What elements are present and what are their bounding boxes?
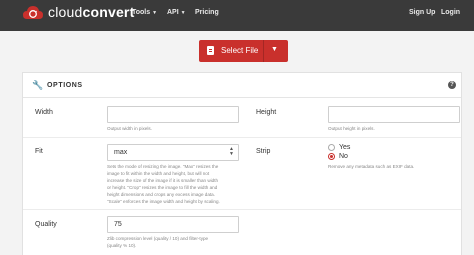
file-icon	[207, 46, 214, 55]
strip-yes-label[interactable]: Yes	[339, 144, 350, 151]
cloudconvert-logo-icon[interactable]	[22, 3, 44, 23]
fit-value: max	[114, 149, 128, 156]
quality-help-line: Zlib compression level (quality / 10) an…	[107, 236, 209, 241]
nav-login[interactable]: Login	[441, 9, 460, 16]
fit-help-line: "Scale" enforces the image width and hei…	[107, 199, 220, 204]
options-header: 🔧 OPTIONS ?	[23, 73, 461, 98]
fit-help-line: or height. "Crop" resizes the image to f…	[107, 185, 218, 190]
button-divider	[263, 40, 264, 62]
fit-help-line: Sets the mode of resizing the image. "Ma…	[107, 164, 219, 169]
fit-help: Sets the mode of resizing the image. "Ma…	[107, 163, 243, 205]
nav-tools[interactable]: Tools ▼	[132, 9, 157, 16]
select-file-button[interactable]: Select File ▼	[199, 40, 288, 62]
nav-pricing[interactable]: Pricing	[195, 9, 219, 16]
height-label: Height	[256, 109, 277, 116]
quality-label: Quality	[35, 221, 57, 228]
fit-help-line: image to fit within the width and height…	[107, 171, 210, 176]
height-help: Output height in pixels.	[328, 126, 375, 131]
fit-select[interactable]: max ▲ ▼	[107, 144, 239, 161]
chevron-down-icon: ▼	[180, 10, 186, 16]
quality-value: 75	[114, 221, 122, 228]
options-title: OPTIONS	[47, 82, 83, 89]
select-file-label: Select File	[221, 46, 259, 55]
quality-input[interactable]: 75	[107, 216, 239, 233]
row-divider	[23, 209, 461, 210]
chevron-down-icon: ▼	[152, 10, 158, 16]
help-icon[interactable]: ?	[448, 81, 456, 89]
nav-tools-label: Tools	[132, 9, 151, 16]
fit-help-line: height dimensions and crops any excess i…	[107, 192, 216, 197]
width-label: Width	[35, 109, 53, 116]
brand-suffix: convert	[82, 4, 135, 20]
nav-api[interactable]: API ▼	[167, 9, 186, 16]
strip-no-label[interactable]: No	[339, 153, 348, 160]
nav-signup-label: Sign Up	[409, 9, 436, 16]
strip-yes-radio[interactable]	[328, 144, 335, 151]
options-panel: 🔧 OPTIONS ? Width Output width in pixels…	[22, 72, 462, 255]
strip-no-radio[interactable]	[328, 153, 335, 160]
strip-label: Strip	[256, 148, 271, 155]
nav-signup[interactable]: Sign Up	[409, 9, 435, 16]
chevron-down-icon[interactable]: ▼	[271, 46, 278, 53]
nav-api-label: API	[167, 9, 179, 16]
top-navbar: cloudconvert Tools ▼ API ▼ Pricing Sign Up…	[0, 0, 474, 31]
height-input[interactable]	[328, 106, 460, 123]
quality-help-line: (quality % 10).	[107, 243, 137, 248]
nav-login-label: Login	[441, 9, 461, 16]
width-help: Output width in pixels.	[107, 126, 152, 131]
quality-help: Zlib compression level (quality / 10) an…	[107, 235, 243, 249]
width-input[interactable]	[107, 106, 239, 123]
brand-prefix: cloud	[48, 4, 83, 20]
fit-label: Fit	[35, 148, 43, 155]
brand-name[interactable]: cloudconvert	[48, 4, 134, 20]
wrench-icon: 🔧	[32, 80, 44, 90]
row-divider	[23, 137, 461, 138]
select-arrows-icon: ▲ ▼	[229, 146, 234, 157]
fit-help-line: increase the size of the image if it is …	[107, 178, 219, 183]
nav-pricing-label: Pricing	[195, 9, 219, 16]
strip-help: Remove any metadata such as EXIF data.	[328, 164, 415, 169]
